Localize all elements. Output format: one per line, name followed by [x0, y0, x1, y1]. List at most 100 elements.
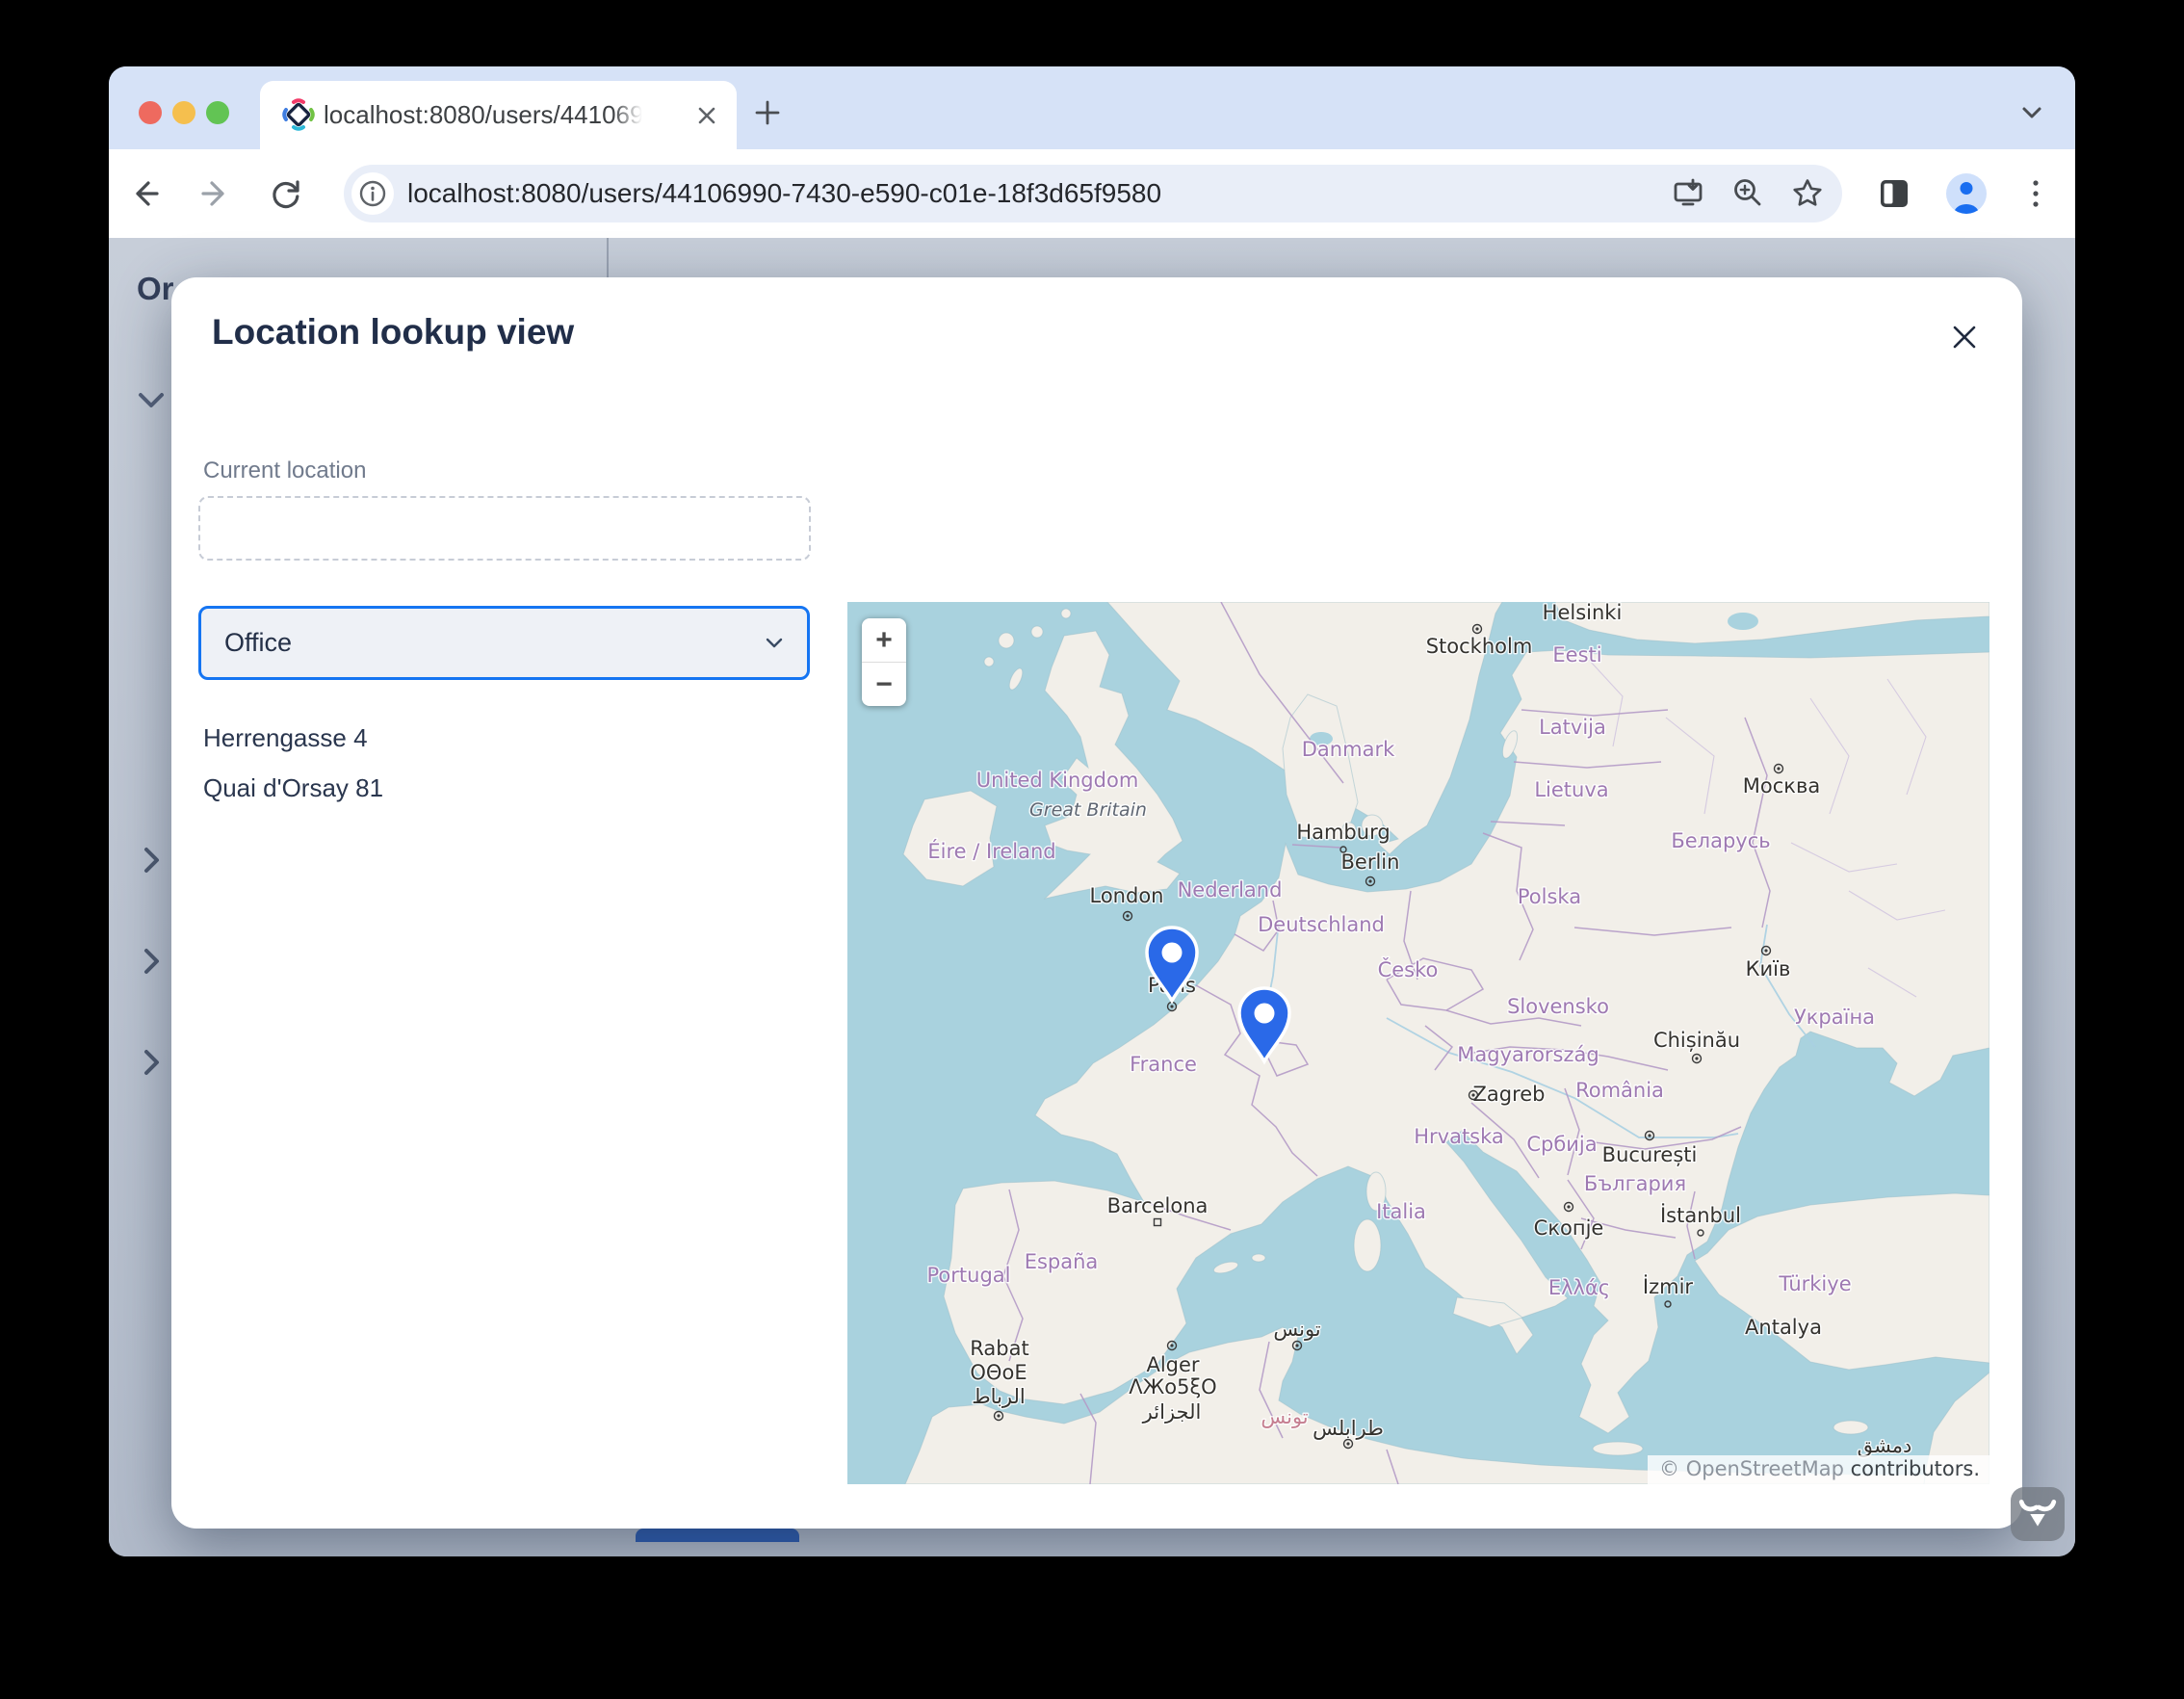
europe-map[interactable]: Helsinki Stockholm Eesti Latvija Danmark Моск…: [847, 602, 1989, 1484]
zoom-in-button[interactable]: +: [862, 618, 906, 662]
chevron-down-icon[interactable]: [130, 379, 172, 421]
chevron-right-icon[interactable]: [130, 1041, 172, 1084]
map-label: Lietuva: [1534, 778, 1608, 801]
close-window-button[interactable]: [139, 101, 162, 124]
map-label: Rabat: [970, 1337, 1028, 1360]
zoom-page-icon[interactable]: [1727, 172, 1769, 215]
map-label: ΛЖo5ξO: [1129, 1375, 1216, 1398]
map-label: Polska: [1518, 885, 1581, 908]
map-label: Danmark: [1302, 738, 1395, 761]
background-primary-button-clipped: [636, 1529, 799, 1542]
background-divider: [607, 238, 609, 277]
map-label: Česko: [1378, 957, 1439, 981]
map-label: Hrvatska: [1414, 1125, 1504, 1148]
back-button[interactable]: [121, 170, 168, 217]
site-info-icon[interactable]: [351, 172, 394, 215]
forward-button[interactable]: [193, 170, 239, 217]
side-panel-icon[interactable]: [1871, 170, 1917, 217]
map-label: Berlin: [1341, 850, 1400, 874]
favicon-hilla-icon: [281, 97, 316, 132]
map-label: الرباط: [972, 1385, 1025, 1408]
map-label: Great Britain: [1029, 799, 1147, 821]
map-label: تونس: [1273, 1318, 1320, 1341]
map-label: Barcelona: [1107, 1194, 1209, 1217]
osm-attribution-link[interactable]: © OpenStreetMap: [1659, 1457, 1844, 1480]
map-label: France: [1130, 1053, 1197, 1076]
map-label: Deutschland: [1258, 913, 1385, 936]
map-label: Portugal: [927, 1264, 1011, 1287]
map-label: România: [1575, 1079, 1664, 1102]
dialog-close-icon[interactable]: [1939, 312, 1989, 362]
map-label: Magyarország: [1457, 1043, 1599, 1066]
map-label: Hamburg: [1296, 821, 1390, 844]
location-type-select[interactable]: Office: [198, 606, 810, 680]
location-lookup-dialog: Location lookup view Current location Of…: [171, 277, 2022, 1529]
tab-close-icon[interactable]: [690, 99, 723, 132]
map-label: Helsinki: [1543, 602, 1623, 624]
screen: localhost:8080/users/441069: [0, 0, 2184, 1699]
map-label: Slovensko: [1507, 995, 1609, 1018]
map-label: Ελλάς: [1548, 1276, 1610, 1299]
address-option[interactable]: Quai d'Orsay 81: [203, 763, 781, 813]
map-label: تونس: [1261, 1405, 1308, 1428]
map-label: Москва: [1743, 774, 1820, 797]
chevron-right-icon[interactable]: [130, 940, 172, 982]
browser-toolbar: localhost:8080/users/44106990-7430-e590-…: [109, 149, 2075, 239]
map-label: București: [1602, 1143, 1698, 1166]
map-label: Україна: [1794, 1006, 1875, 1029]
tab-title: localhost:8080/users/441069: [324, 81, 643, 149]
map-label: България: [1584, 1172, 1686, 1195]
browser-window: localhost:8080/users/441069: [109, 66, 2075, 1556]
dialog-title: Location lookup view: [212, 312, 574, 353]
map-label: Србија: [1526, 1133, 1597, 1156]
page-content: Or Location lookup view Current: [109, 238, 2075, 1556]
attribution-suffix: contributors.: [1844, 1457, 1980, 1480]
current-location-label: Current location: [203, 457, 366, 484]
map-canvas: Helsinki Stockholm Eesti Latvija Danmark Моск…: [847, 602, 1989, 1484]
map-label: Скопје: [1534, 1216, 1604, 1240]
address-list: Herrengasse 4Quai d'Orsay 81: [203, 713, 781, 813]
map-label: Chișinău: [1653, 1029, 1740, 1052]
address-bar[interactable]: localhost:8080/users/44106990-7430-e590-…: [344, 165, 1842, 222]
current-location-input[interactable]: [198, 496, 811, 561]
map-label: United Kingdom: [976, 769, 1139, 792]
map-label: Stockholm: [1426, 635, 1533, 658]
address-option[interactable]: Herrengasse 4: [203, 713, 781, 763]
new-tab-button[interactable]: [746, 91, 789, 134]
tab-search-chevron-icon[interactable]: [2011, 91, 2053, 134]
map-label: Eesti: [1552, 643, 1601, 667]
vaadin-devtools-button[interactable]: [2011, 1487, 2065, 1541]
map-label: España: [1025, 1250, 1099, 1273]
map-label: İzmir: [1643, 1274, 1694, 1298]
map-label: الجزائر: [1142, 1400, 1202, 1424]
zoom-out-button[interactable]: −: [862, 663, 906, 706]
map-attribution: © OpenStreetMap contributors.: [1648, 1455, 1989, 1484]
map-label: Nederland: [1178, 878, 1283, 902]
bookmark-star-icon[interactable]: [1786, 172, 1829, 215]
select-chevron-icon: [759, 628, 790, 659]
map-label: Türkiye: [1778, 1272, 1851, 1295]
location-type-value: Office: [224, 609, 292, 677]
map-label: ΟΘoΕ: [970, 1361, 1027, 1384]
profile-avatar[interactable]: [1943, 170, 1989, 217]
map-label: Antalya: [1745, 1316, 1822, 1339]
map-label: London: [1090, 884, 1164, 907]
map-label: Éire / Ireland: [927, 839, 1055, 863]
map-label: Беларусь: [1671, 829, 1770, 852]
background-heading-clipped: Or: [137, 271, 174, 307]
map-label: Київ: [1746, 957, 1791, 980]
minimize-window-button[interactable]: [172, 101, 195, 124]
map-zoom-control: + −: [862, 618, 906, 706]
map-label: Latvija: [1539, 716, 1606, 739]
browser-tab[interactable]: localhost:8080/users/441069: [260, 81, 737, 149]
map-label: Zagreb: [1472, 1083, 1545, 1106]
map-label: Alger: [1146, 1353, 1199, 1376]
menu-dots-icon[interactable]: [2013, 170, 2059, 217]
fullscreen-window-button[interactable]: [206, 101, 229, 124]
tab-title-fade: [612, 89, 655, 143]
url-text[interactable]: localhost:8080/users/44106990-7430-e590-…: [407, 165, 1161, 222]
install-app-icon[interactable]: [1667, 172, 1709, 215]
map-label: İstanbul: [1660, 1203, 1741, 1227]
chevron-right-icon[interactable]: [130, 839, 172, 881]
reload-button[interactable]: [263, 170, 309, 217]
